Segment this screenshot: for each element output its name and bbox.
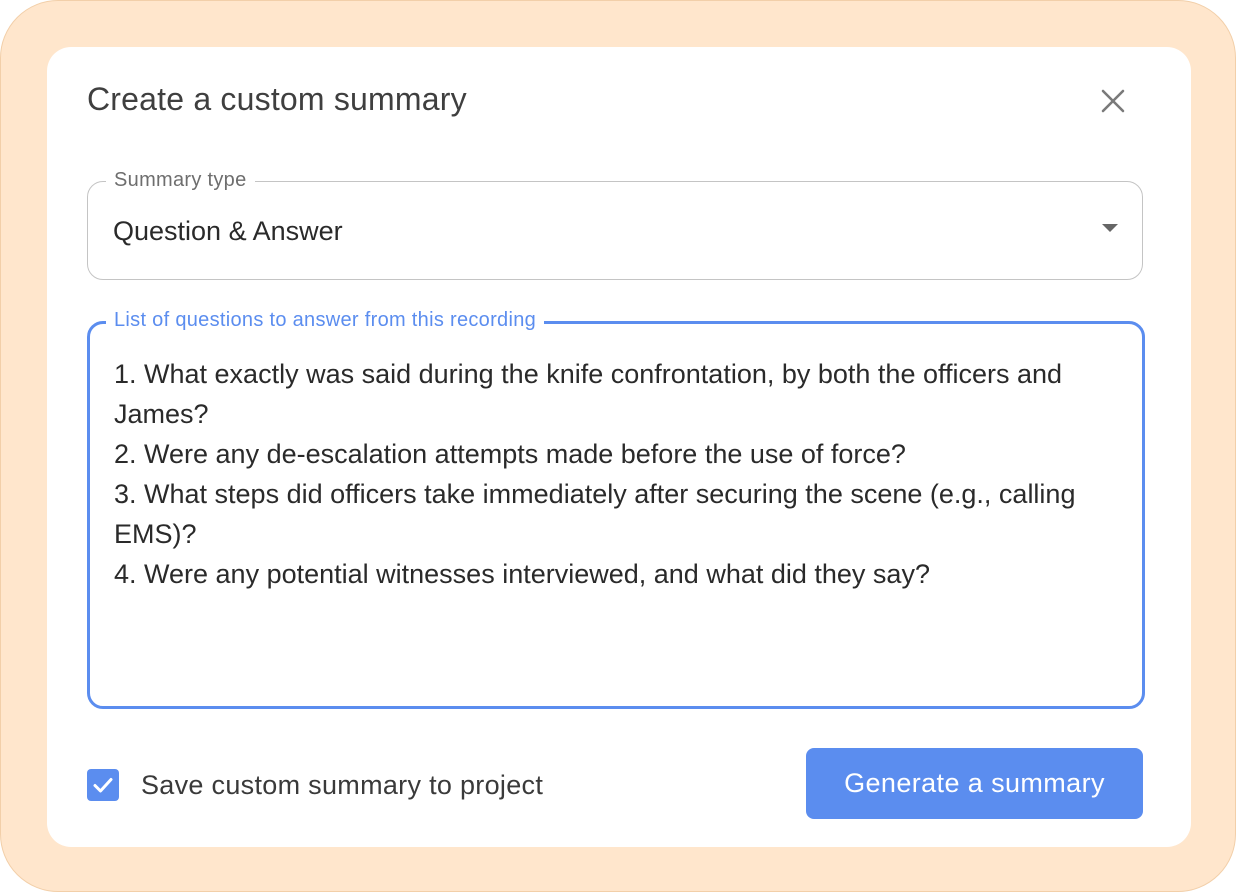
custom-summary-dialog: Create a custom summary Summary type Que… (47, 47, 1191, 847)
outer-frame: Create a custom summary Summary type Que… (0, 0, 1236, 892)
questions-textarea[interactable]: 1. What exactly was said during the knif… (112, 352, 1120, 690)
summary-type-select[interactable]: Summary type Question & Answer (87, 168, 1143, 280)
close-button[interactable] (1091, 79, 1135, 123)
save-to-project-checkbox[interactable] (87, 769, 119, 801)
dialog-title: Create a custom summary (87, 81, 467, 117)
questions-label: List of questions to answer from this re… (106, 308, 545, 332)
questions-field: List of questions to answer from this re… (87, 308, 1145, 709)
close-icon (1101, 89, 1125, 113)
save-to-project-label[interactable]: Save custom summary to project (141, 770, 543, 801)
generate-summary-button[interactable]: Generate a summary (806, 748, 1143, 819)
summary-type-label: Summary type (106, 168, 255, 192)
checkmark-icon (93, 778, 113, 793)
save-to-project-option: Save custom summary to project (87, 767, 543, 803)
summary-type-value: Question & Answer (113, 216, 343, 246)
dropdown-arrow-icon (1102, 224, 1118, 232)
